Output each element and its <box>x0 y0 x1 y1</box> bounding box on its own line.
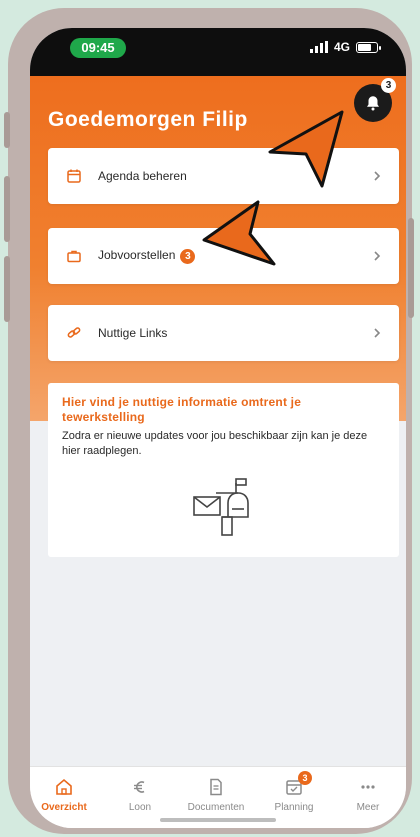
status-time: 09:45 <box>70 38 126 58</box>
signal-icon <box>309 41 328 53</box>
home-icon <box>56 778 72 795</box>
tab-planning[interactable]: 3 Planning <box>262 771 326 813</box>
notifications-button[interactable]: 3 <box>354 78 396 122</box>
volume-up-button <box>4 176 10 242</box>
home-indicator <box>160 818 276 822</box>
info-title: Hier vind je nuttige informatie omtrent … <box>62 395 302 424</box>
power-button <box>408 218 414 318</box>
annotation-arrow-notifications <box>268 110 344 188</box>
tab-label: Planning <box>274 802 314 813</box>
menu-item-label: Agenda beheren <box>98 169 187 183</box>
tab-meer[interactable]: Meer <box>336 777 400 813</box>
tab-label: Overzicht <box>41 802 87 813</box>
chevron-right-icon <box>374 171 381 181</box>
annotation-arrow-jobvoorstellen <box>202 200 276 266</box>
tab-overzicht[interactable]: Overzicht <box>32 777 96 813</box>
battery-icon <box>356 41 381 53</box>
tab-loon[interactable]: Loon <box>108 777 172 813</box>
euro-icon <box>134 781 145 793</box>
chevron-right-icon <box>374 328 381 338</box>
link-icon <box>67 327 81 338</box>
menu-item-text: Jobvoorstellen <box>98 248 176 263</box>
menu-item-label: Jobvoorstellen 3 <box>98 248 196 264</box>
greeting-title: Goedemorgen Filip <box>48 108 248 131</box>
document-icon <box>210 778 222 796</box>
briefcase-icon <box>67 250 81 263</box>
notification-badge: 3 <box>381 78 396 93</box>
info-card: Hier vind je nuttige informatie omtrent … <box>48 383 399 557</box>
network-type: 4G <box>333 40 350 54</box>
calendar-icon <box>67 169 81 183</box>
mailbox-icon <box>193 478 249 536</box>
silent-switch <box>4 112 10 148</box>
tab-documenten[interactable]: Documenten <box>184 777 248 813</box>
volume-down-button <box>4 256 10 322</box>
tab-label: Documenten <box>187 802 245 813</box>
menu-item-label: Nuttige Links <box>98 326 168 340</box>
tab-label: Loon <box>128 802 152 813</box>
chevron-right-icon <box>374 251 381 261</box>
menu-item-nuttige-links[interactable]: Nuttige Links <box>48 305 399 361</box>
planning-badge: 3 <box>298 771 312 785</box>
jobvoorstellen-badge: 3 <box>180 248 196 264</box>
tab-label: Meer <box>356 802 380 813</box>
status-indicators: 4G <box>309 40 381 54</box>
info-text: Zodra er nieuwe updates voor jou beschik… <box>62 430 368 457</box>
bell-icon <box>367 96 379 111</box>
more-icon <box>361 785 375 789</box>
status-bar: 09:45 4G <box>30 28 406 76</box>
